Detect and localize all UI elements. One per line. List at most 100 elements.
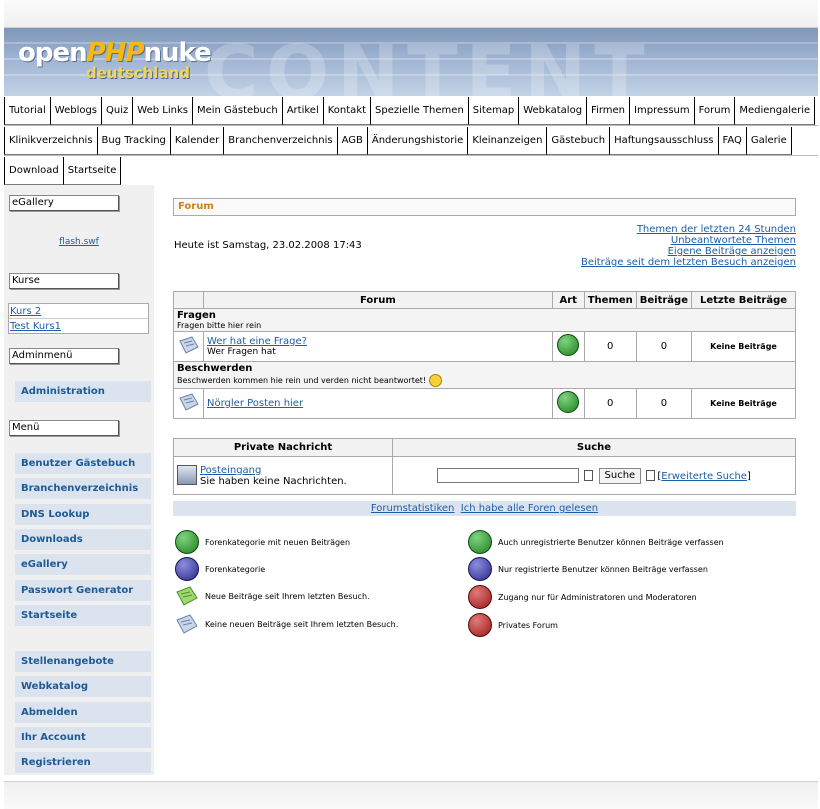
nav-link-weblogs[interactable]: Weblogs (50, 97, 103, 125)
nav-link-faq[interactable]: FAQ (718, 127, 747, 155)
search-button[interactable]: Suche (598, 467, 642, 484)
link-last-24h[interactable]: Themen der letzten 24 Stunden (581, 224, 796, 235)
sidebar-item-startseite[interactable]: Startseite (15, 604, 151, 626)
legend-text: Forenkategorie mit neuen Beiträgen (205, 537, 351, 547)
header-forum: Forum (203, 291, 553, 309)
nav-link-webkatalog[interactable]: Webkatalog (519, 97, 588, 125)
legend-item: Neue Beiträge seit Ihrem letzten Besuch. (175, 585, 370, 607)
sidebar-item-downloads[interactable]: Downloads (15, 528, 151, 550)
header-private-message: Private Nachricht (173, 438, 393, 457)
legend-item: Auch unregistrierte Benutzer können Beit… (468, 530, 724, 554)
forum-table: Forum Art Themen Beiträge Letzte Beiträg… (173, 291, 796, 419)
nav-link-spezielle-themen[interactable]: Spezielle Themen (371, 97, 469, 125)
legend-item: Privates Forum (468, 613, 558, 637)
legend-item: Forenkategorie (175, 557, 265, 581)
new-posts-icon (176, 586, 198, 606)
site-banner: CONTENT openPHPnuke deutschland (4, 28, 818, 96)
inbox-link[interactable]: Posteingang (177, 465, 389, 476)
search-input[interactable] (437, 468, 580, 483)
link-own-posts[interactable]: Eigene Beiträge anzeigen (581, 246, 796, 257)
nav-link-quiz[interactable]: Quiz (102, 97, 134, 125)
nav-row-1: Tutorial Weblogs Quiz Web Links Mein Gästebu… (4, 96, 816, 126)
sidebar-item-abmelden[interactable]: Abmelden (15, 701, 151, 723)
post-count: 0 (635, 331, 693, 362)
private-forum-icon (468, 613, 492, 637)
inbox-status: Sie haben keine Nachrichten. (200, 475, 347, 487)
logo-text-open: open (18, 38, 88, 68)
legend-text: Neue Beiträge seit Ihrem letzten Besuch. (205, 591, 370, 601)
category-title[interactable]: Beschwerden (177, 363, 792, 374)
nav-link-änderungshistorie[interactable]: Änderungshistorie (367, 127, 469, 155)
admin-only-icon (468, 585, 492, 609)
header-posts: Beiträge (635, 291, 693, 309)
nav-link-forum[interactable]: Forum (694, 97, 736, 125)
nav-link-klinikverzeichnis[interactable]: Klinikverzeichnis (4, 127, 98, 155)
header-last-posts: Letzte Beiträge (691, 291, 796, 309)
legend-item: Zugang nur für Administratoren und Moder… (468, 585, 697, 609)
current-date: Heute ist Samstag, 23.02.2008 17:43 (174, 240, 362, 251)
forum-desc: Wer Fragen hat (207, 347, 276, 357)
no-new-posts-icon (178, 336, 199, 354)
block-title-egallery: eGallery (9, 195, 119, 211)
nav-row-2: Klinikverzeichnis Bug Tracking Kalender Bra… (4, 126, 792, 156)
forum-category-new-icon (175, 530, 199, 554)
sidebar-item-administration[interactable]: Administration (15, 381, 151, 402)
nav-link-agb[interactable]: AGB (337, 127, 368, 155)
nav-link-galerie[interactable]: Galerie (746, 127, 792, 155)
category-title[interactable]: Fragen (177, 310, 792, 321)
sidebar-item-benutzer-gästebuch[interactable]: Benutzer Gästebuch (15, 453, 151, 474)
nav-link-kleinanzeigen[interactable]: Kleinanzeigen (468, 127, 548, 155)
last-post: Keine Beiträge (691, 331, 796, 362)
nav-link-download[interactable]: Download (4, 157, 64, 185)
legend-text: Auch unregistrierte Benutzer können Beit… (498, 537, 724, 547)
nav-link-kontakt[interactable]: Kontakt (323, 97, 372, 125)
sidebar-item-webkatalog[interactable]: Webkatalog (15, 676, 151, 698)
nav-link-mediengalerie[interactable]: Mediengalerie (735, 97, 816, 125)
nav-link-web-links[interactable]: Web Links (133, 97, 193, 125)
legend-text: Nur registrierte Benutzer können Beiträg… (498, 564, 708, 574)
kurs-link-2[interactable]: Test Kurs1 (9, 319, 148, 334)
nav-link-gästebuch[interactable]: Gästebuch (547, 127, 611, 155)
public-forum-icon (557, 391, 580, 413)
site-logo[interactable]: openPHPnuke deutschland (18, 38, 212, 82)
category-row: Fragen Fragen bitte hier rein (173, 308, 796, 332)
sidebar-item-registrieren[interactable]: Registrieren (15, 752, 151, 774)
header-art: Art (551, 291, 585, 309)
nav-row-3: Download Startseite (4, 156, 122, 186)
nav-link-artikel[interactable]: Artikel (282, 97, 324, 125)
sidebar-item-branchenverzeichnis[interactable]: Branchenverzeichnis (15, 478, 151, 500)
link-since-last-visit[interactable]: Beiträge seit dem letzten Besuch anzeige… (581, 257, 796, 268)
kurs-link-1[interactable]: Kurs 2 (9, 304, 148, 319)
nav-link-firmen[interactable]: Firmen (587, 97, 631, 125)
search-doc-icon (584, 470, 594, 481)
nav-link-branchenverzeichnis[interactable]: Branchenverzeichnis (224, 127, 338, 155)
nav-link-startseite[interactable]: Startseite (63, 157, 122, 185)
forum-link[interactable]: Wer hat eine Frage? (207, 336, 549, 347)
sidebar-item-egallery[interactable]: eGallery (15, 554, 151, 576)
nav-link-mein-gästebuch[interactable]: Mein Gästebuch (192, 97, 283, 125)
legend-text: Zugang nur für Administratoren und Moder… (498, 592, 697, 602)
advanced-search-link[interactable]: Erweiterte Suche (661, 471, 747, 482)
header-icon (173, 291, 204, 309)
nav-link-impressum[interactable]: Impressum (630, 97, 695, 125)
flash-link[interactable]: flash.swf (4, 237, 154, 247)
nav-link-kalender[interactable]: Kalender (170, 127, 225, 155)
sidebar-item-ihr-account[interactable]: Ihr Account (15, 726, 151, 748)
bottom-bar (4, 781, 818, 809)
nav-link-tutorial[interactable]: Tutorial (4, 97, 51, 125)
forum-link[interactable]: Nörgler Posten hier (207, 398, 549, 409)
no-new-posts-icon (178, 393, 199, 411)
link-mark-all-read[interactable]: Ich habe alle Foren gelesen (461, 503, 598, 514)
no-new-posts-icon (176, 614, 198, 634)
sidebar-item-dns-lookup[interactable]: DNS Lookup (15, 503, 151, 525)
nav-link-haftungsausschluss[interactable]: Haftungsausschluss (610, 127, 719, 155)
nav-link-sitemap[interactable]: Sitemap (468, 97, 520, 125)
sidebar-item-stellenangebote[interactable]: Stellenangebote (15, 651, 151, 672)
sidebar-item-passwort-generator[interactable]: Passwort Generator (15, 579, 151, 601)
legend-item: Forenkategorie mit neuen Beiträgen (175, 530, 350, 554)
page-title: Forum (173, 198, 796, 216)
link-forum-stats[interactable]: Forumstatistiken (371, 503, 455, 514)
legend-item: Nur registrierte Benutzer können Beiträg… (468, 557, 708, 581)
nav-link-bug-tracking[interactable]: Bug Tracking (97, 127, 171, 155)
link-unanswered[interactable]: Unbeantwortete Themen (581, 235, 796, 246)
